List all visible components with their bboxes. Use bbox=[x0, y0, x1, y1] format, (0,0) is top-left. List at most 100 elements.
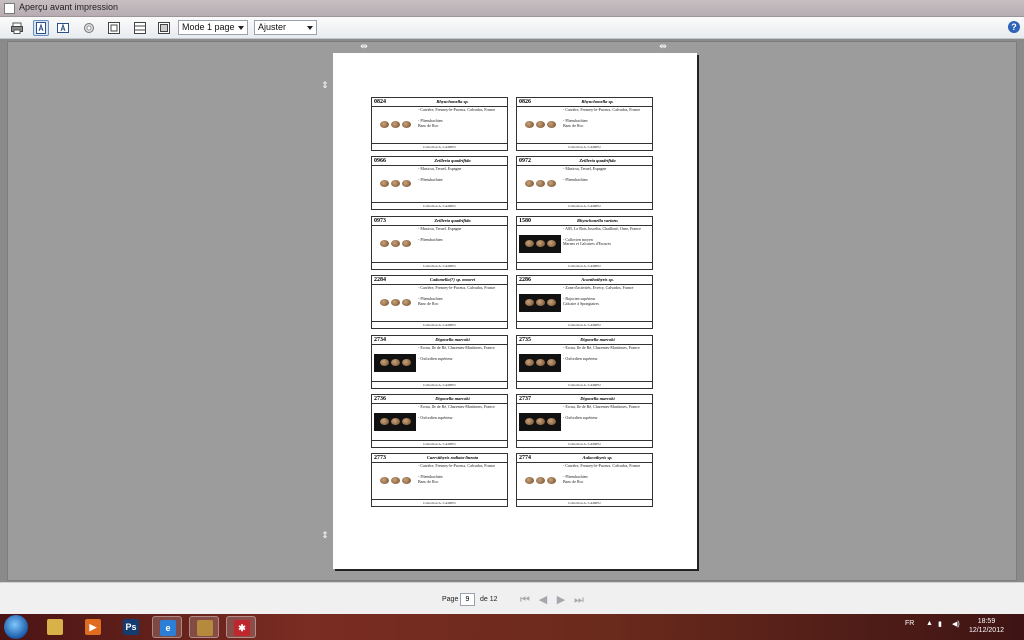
app2-taskbar-button[interactable]: ✱ bbox=[226, 616, 256, 638]
fossil-image bbox=[525, 418, 534, 425]
footer-divider bbox=[517, 440, 652, 441]
fossil-image bbox=[547, 239, 556, 247]
fossil-image bbox=[380, 239, 389, 247]
specimen-number: 0966 bbox=[374, 158, 386, 165]
network-icon[interactable]: ▮ bbox=[938, 620, 942, 628]
right-margin-handle-icon[interactable]: ⇹ bbox=[658, 41, 668, 51]
taskbar: ▶ Ps e ✱ FR ▲ ▮ ◀) 18:59 12/12/2012 bbox=[0, 614, 1024, 640]
zoom-value: Ajuster bbox=[258, 22, 287, 32]
fit-width-icon[interactable] bbox=[55, 20, 71, 36]
stratigraphy-text: - Pliensbachien Banc de Roc bbox=[563, 118, 588, 128]
fit-page-icon[interactable] bbox=[33, 20, 49, 36]
fossil-image bbox=[380, 180, 389, 188]
specimen-number: 0824 bbox=[374, 99, 386, 105]
system-clock[interactable]: 18:59 12/12/2012 bbox=[969, 617, 1004, 635]
fossil-image bbox=[536, 299, 545, 307]
page-number-input[interactable]: 9 bbox=[460, 593, 475, 606]
top-margin-handle-icon[interactable]: ⇕ bbox=[320, 80, 330, 90]
specimen-number: 0826 bbox=[519, 99, 531, 105]
stratigraphy-text: - Oxfordien supérieur bbox=[418, 355, 453, 361]
fossil-image bbox=[380, 299, 389, 307]
specimen-label-card: 2774 Aulacothyris sp. - Carrière, Fresney-… bbox=[516, 453, 653, 508]
stratigraphy-text: - Pliensbachien Banc de Roc bbox=[418, 474, 443, 484]
locality-text: - Musicsa, Teruel, Espagne bbox=[418, 166, 462, 172]
bottom-margin-handle-icon[interactable]: ⇕ bbox=[320, 530, 330, 540]
show-hidden-icons-icon[interactable]: ▲ bbox=[926, 620, 933, 627]
photoshop-taskbar-button[interactable]: Ps bbox=[116, 616, 146, 638]
chevron-down-icon bbox=[238, 26, 244, 30]
clock-time: 18:59 bbox=[977, 618, 996, 625]
specimen-photo bbox=[374, 472, 416, 490]
stratigraphy-text: - Pliensbachien Banc de Roc bbox=[418, 118, 443, 128]
next-page-icon[interactable]: ▶ bbox=[554, 593, 568, 607]
internet-explorer-taskbar-button[interactable]: e bbox=[152, 616, 182, 638]
fossil-image bbox=[536, 358, 545, 366]
specimen-number: 2286 bbox=[519, 277, 531, 284]
species-name: Cadomella(?) sp. moorei bbox=[429, 277, 476, 283]
species-name: Acanthothyris sp. bbox=[581, 277, 614, 283]
specimen-number: 2773 bbox=[374, 455, 386, 462]
previous-page-icon[interactable]: ◀ bbox=[536, 593, 550, 607]
footer-divider bbox=[372, 440, 507, 441]
fossil-image bbox=[547, 358, 556, 366]
species-name: Aulacothyris sp. bbox=[582, 455, 613, 461]
fossil-image bbox=[402, 239, 411, 247]
fossil-image bbox=[525, 299, 534, 307]
footer-divider bbox=[517, 321, 652, 323]
locality-text: - Carrière, Fresney-le-Puceux, Calvados,… bbox=[563, 463, 641, 469]
left-margin-handle-icon[interactable]: ⇹ bbox=[359, 41, 369, 51]
collection-label: Collection A. CADIEU bbox=[568, 263, 601, 268]
page-margins-icon[interactable] bbox=[106, 20, 122, 36]
specimen-label-card: 2735 Digonella marcoki - Ecrau, Ile de Ré,… bbox=[516, 334, 653, 389]
header-footer-icon[interactable] bbox=[132, 20, 148, 36]
fossil-image bbox=[547, 299, 556, 307]
specimen-number: 2735 bbox=[519, 336, 531, 343]
fossil-image bbox=[536, 121, 545, 128]
specimen-label-card: 0824 Rhynchonella sp. - Carrière, Fresney-… bbox=[371, 97, 508, 151]
fossil-image bbox=[402, 180, 411, 188]
locality-text: - Ecrau, Ile de Ré, Charentes-Maritimes,… bbox=[418, 404, 495, 409]
fossil-image bbox=[391, 121, 400, 128]
help-icon[interactable]: ? bbox=[1008, 21, 1020, 33]
first-page-icon[interactable]: ⏮ bbox=[518, 593, 532, 607]
species-name: Digonella marcoki bbox=[580, 336, 615, 342]
footer-divider bbox=[517, 143, 652, 144]
windows-start-icon[interactable] bbox=[4, 615, 28, 639]
species-name: Zeilleria quadrifida bbox=[434, 217, 471, 223]
footer-divider bbox=[372, 202, 507, 204]
app-taskbar-button[interactable] bbox=[189, 616, 219, 638]
pager-bar: Page 9 de 12 ⏮ ◀ ▶ ⏭ bbox=[0, 582, 1024, 614]
collection-label: Collection A. CADIEU bbox=[423, 204, 456, 209]
species-name: Cuersithyris radiata-lineata bbox=[426, 455, 479, 461]
stratigraphy-text: - Pliensbachien Banc de Roc bbox=[418, 296, 443, 306]
collection-label: Collection A. CADIEU bbox=[568, 382, 601, 387]
page-setup-icon[interactable] bbox=[156, 20, 172, 36]
footer-divider bbox=[372, 380, 507, 382]
specimen-number: 1580 bbox=[519, 217, 531, 224]
fossil-image bbox=[536, 180, 545, 188]
specimen-photo bbox=[374, 175, 416, 193]
locality-text: - Musicsa, Teruel, Espagne bbox=[418, 225, 462, 231]
fossil-image bbox=[380, 418, 389, 425]
photoshop-icon: Ps bbox=[123, 619, 139, 635]
last-page-icon[interactable]: ⏭ bbox=[572, 593, 586, 607]
media-player-taskbar-button[interactable]: ▶ bbox=[78, 616, 108, 638]
specimen-photo bbox=[374, 353, 416, 372]
volume-icon[interactable]: ◀) bbox=[952, 620, 960, 628]
zoom-icon[interactable] bbox=[81, 20, 97, 36]
specimen-photo bbox=[374, 413, 416, 431]
species-name: Digonella marcoki bbox=[435, 396, 470, 401]
fossil-image bbox=[525, 477, 534, 485]
language-indicator[interactable]: FR bbox=[905, 620, 914, 627]
collection-label: Collection A. CADIEU bbox=[423, 145, 456, 149]
page-mode-select[interactable]: Mode 1 page bbox=[178, 20, 248, 35]
specimen-number: 2284 bbox=[374, 277, 386, 284]
explorer-taskbar-button[interactable] bbox=[40, 616, 70, 638]
zoom-select[interactable]: Ajuster bbox=[254, 20, 317, 35]
media-player-icon: ▶ bbox=[85, 619, 101, 635]
collection-label: Collection A. CADIEU bbox=[568, 501, 601, 506]
page-mode-value: Mode 1 page bbox=[182, 22, 235, 32]
print-icon[interactable] bbox=[9, 20, 25, 36]
footer-divider bbox=[372, 261, 507, 263]
stratigraphy-text: - Pliensbachien bbox=[418, 177, 443, 183]
